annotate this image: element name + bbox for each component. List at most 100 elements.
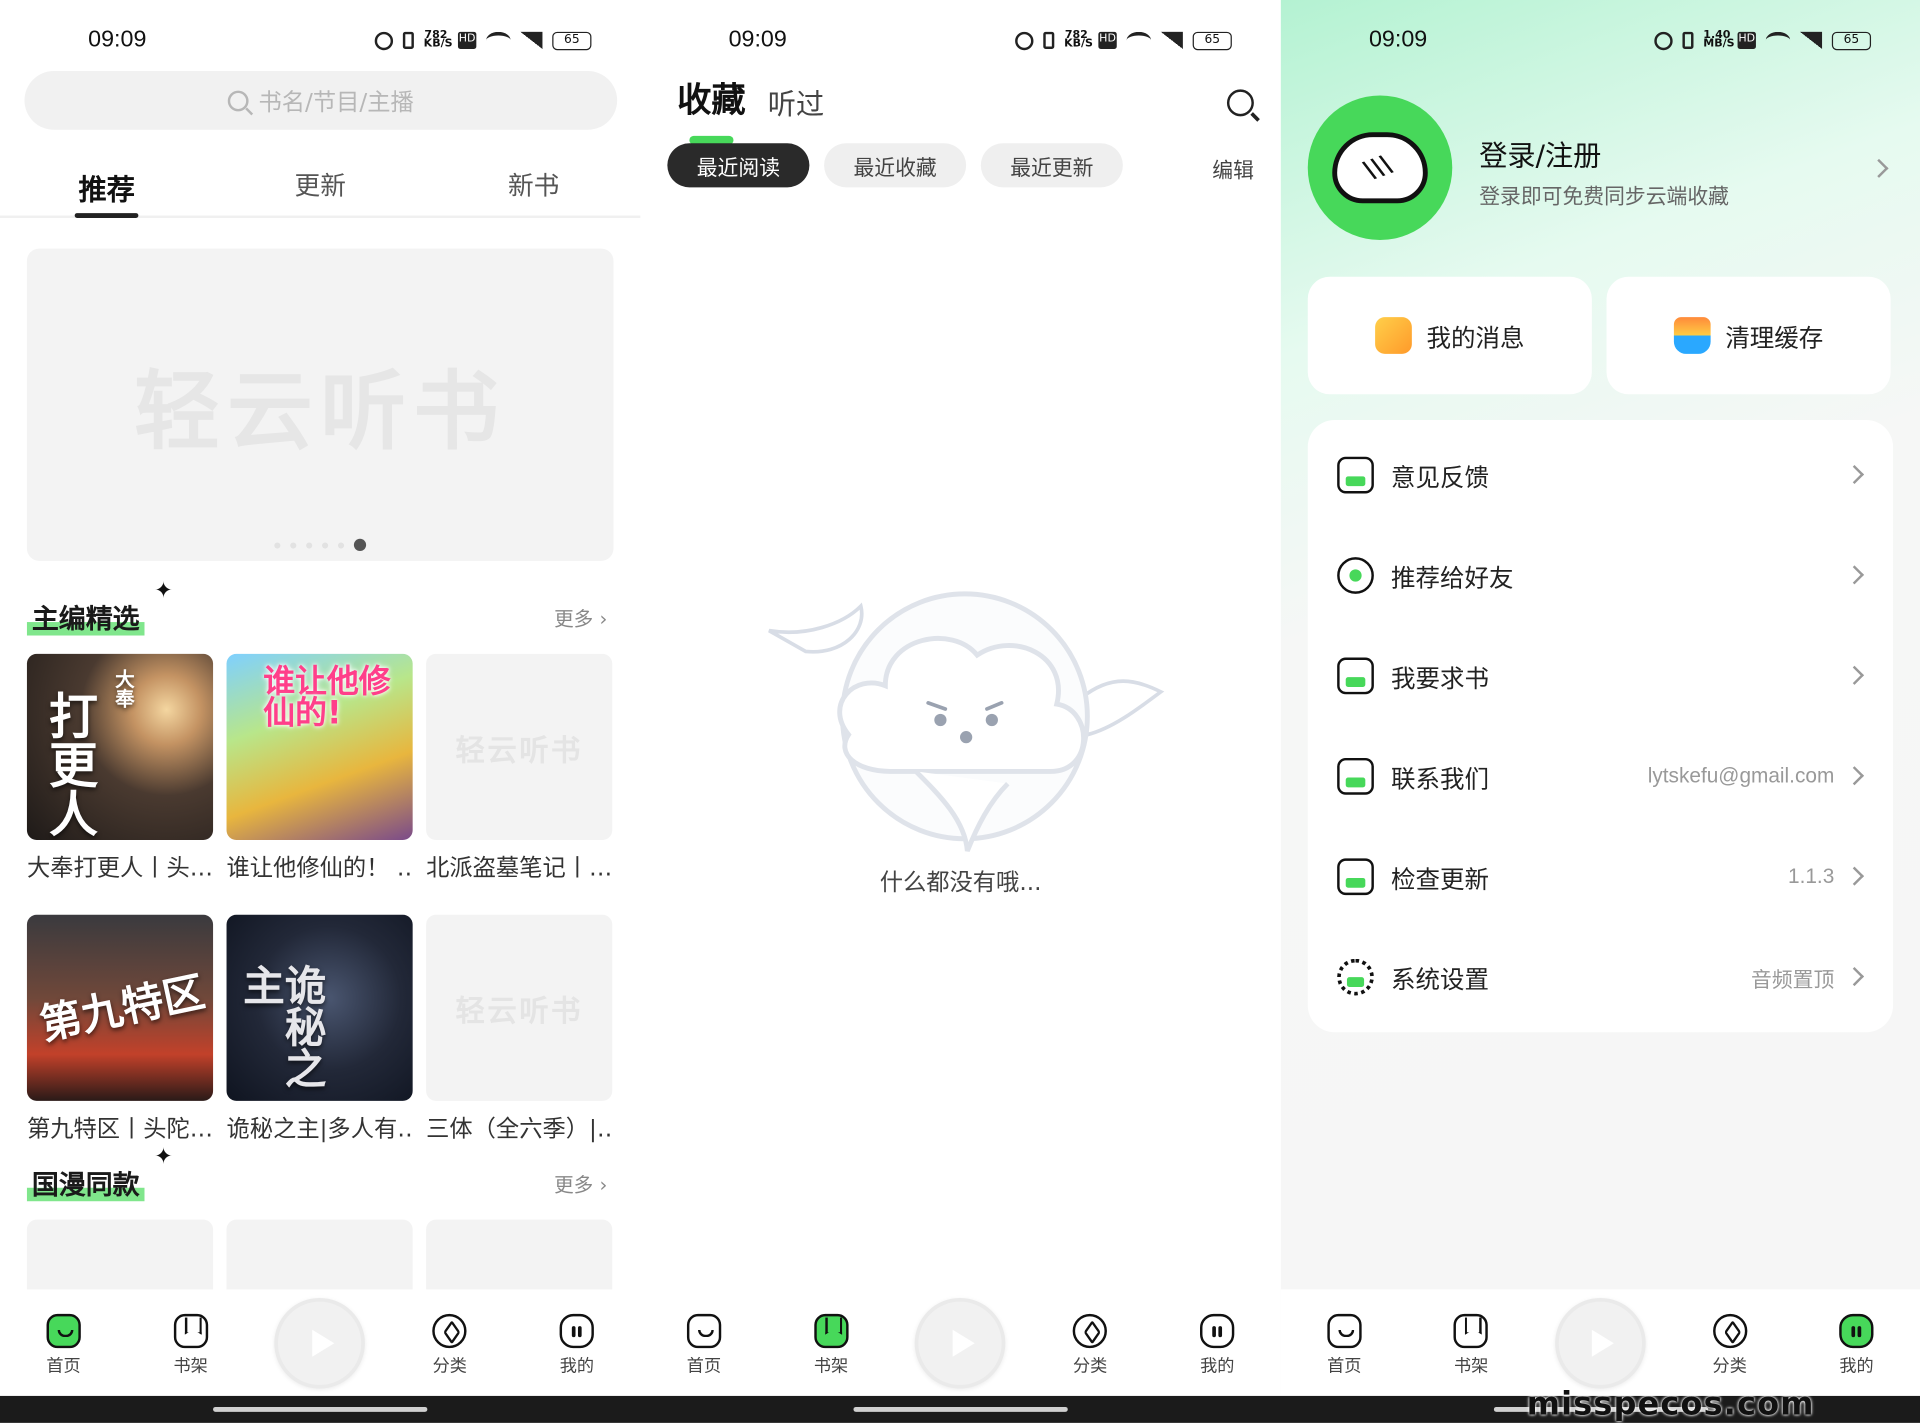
home-indicator[interactable]	[213, 1406, 428, 1412]
share-icon	[1337, 557, 1374, 594]
tab-mine[interactable]: 我的	[1814, 1289, 1900, 1377]
tab-label: 我的	[1200, 1356, 1235, 1377]
search-icon[interactable]	[1226, 89, 1254, 117]
banner-carousel[interactable]: 轻云听书	[26, 248, 614, 561]
tab-favorites[interactable]: 收藏	[677, 73, 746, 145]
book-card[interactable]: 诡秘之主 诡秘之主|多人有…	[226, 914, 413, 1144]
tab-label: 分类	[1073, 1356, 1108, 1377]
tab-mine[interactable]: 我的	[534, 1289, 620, 1377]
tab-label: 书架	[173, 1356, 208, 1377]
chevron-right-icon	[1844, 866, 1865, 886]
home-tabs: 推荐 更新 新书	[0, 154, 641, 218]
book-card[interactable]: 谁让他修仙的! 谁让他修仙的！ …	[226, 653, 413, 883]
tab-home[interactable]: 首页	[21, 1289, 107, 1377]
play-button[interactable]	[915, 1297, 1006, 1389]
menu-label: 我要求书	[1391, 663, 1489, 693]
tab-label: 首页	[1327, 1356, 1362, 1377]
play-icon	[952, 1329, 975, 1357]
bookmark-icon	[173, 1313, 208, 1349]
tab-category[interactable]: 分类	[407, 1289, 493, 1377]
chevron-right-icon	[1844, 665, 1865, 685]
menu-item-contact[interactable]: 联系我们 lytskefu@gmail.com	[1308, 726, 1893, 826]
carousel-dot	[305, 541, 312, 548]
book-card[interactable]: 轻云听书 三体（全六季）|…	[426, 914, 613, 1144]
compass-icon	[1073, 1313, 1108, 1349]
book-title: 谁让他修仙的！ …	[226, 854, 413, 882]
megaphone-icon	[1337, 757, 1374, 795]
alarm-icon	[1015, 31, 1034, 50]
chip-recent-update[interactable]: 最近更新	[980, 143, 1123, 188]
login-title: 登录/注册	[1479, 140, 1602, 173]
menu-label: 检查更新	[1391, 863, 1489, 894]
tab-shelf[interactable]: 书架	[148, 1289, 234, 1377]
tab-recommend[interactable]: 推荐	[0, 154, 213, 218]
play-button[interactable]	[274, 1297, 366, 1389]
more-link[interactable]: 更多 ›	[554, 602, 607, 631]
hd-icon: HD	[1737, 31, 1756, 49]
search-placeholder: 书名/节目/主播	[258, 88, 414, 116]
book-cover-placeholder: 轻云听书	[426, 653, 613, 841]
tab-home[interactable]: 首页	[1301, 1289, 1387, 1377]
play-button[interactable]	[1555, 1297, 1646, 1389]
alarm-icon	[1654, 31, 1673, 50]
home-icon	[46, 1313, 81, 1349]
cover-subtitle: 大奉	[111, 668, 135, 708]
book-card[interactable]: 打更人 大奉 大奉打更人丨头…	[26, 653, 214, 883]
book-title: 大奉打更人丨头…	[26, 854, 214, 882]
chip-recent-read[interactable]: 最近阅读	[667, 143, 810, 188]
battery-icon: 65	[1192, 31, 1232, 50]
tab-label: 分类	[1712, 1356, 1747, 1377]
menu-item-share[interactable]: 推荐给好友	[1308, 525, 1893, 625]
net-speed: 1.40 MB/S	[1703, 29, 1735, 51]
book-card[interactable]: 第九特区 第九特区丨头陀…	[26, 914, 214, 1144]
quick-label: 我的消息	[1426, 322, 1525, 353]
hd-icon: HD	[457, 31, 477, 49]
tab-category[interactable]: 分类	[1687, 1289, 1773, 1377]
tab-category[interactable]: 分类	[1047, 1289, 1133, 1377]
carousel-dot-active	[353, 538, 366, 552]
search-input[interactable]: 书名/节目/主播	[24, 71, 618, 130]
gear-icon	[1337, 958, 1374, 996]
tab-label: 书架	[813, 1356, 849, 1377]
book-cover: 第九特区	[26, 914, 214, 1101]
tab-label: 我的	[559, 1356, 594, 1377]
search-icon	[227, 90, 249, 111]
menu-item-request-book[interactable]: 我要求书	[1308, 626, 1893, 726]
tab-updates[interactable]: 更新	[213, 154, 426, 215]
chip-recent-favorite[interactable]: 最近收藏	[824, 143, 967, 188]
cover-title: 第九特区	[35, 967, 209, 1051]
book-title: 第九特区丨头陀…	[26, 1115, 214, 1143]
menu-item-feedback[interactable]: 意见反馈	[1308, 425, 1893, 525]
status-bar: 09:09 1.40 MB/S HD 65	[1281, 22, 1920, 59]
menu-item-check-update[interactable]: 检查更新 1.1.3	[1308, 827, 1893, 927]
section-title: 国漫同款	[26, 1163, 145, 1202]
tab-listened[interactable]: 听过	[768, 81, 824, 123]
book-card[interactable]: 轻云听书 北派盗墓笔记丨…	[426, 653, 613, 883]
menu-item-settings[interactable]: 系统设置 音频置顶	[1308, 927, 1893, 1027]
tab-home[interactable]: 首页	[661, 1289, 747, 1377]
more-link[interactable]: 更多 ›	[554, 1168, 607, 1197]
book-title: 诡秘之主|多人有…	[226, 1115, 413, 1143]
tab-new-books[interactable]: 新书	[427, 154, 640, 215]
tab-shelf[interactable]: 书架	[788, 1289, 874, 1377]
cloud-logo-icon	[1332, 132, 1428, 204]
home-screen: 09:09 782 KB/S HD 65 书名/节目/主播 推荐 更新 新书 轻…	[0, 0, 641, 1396]
signal-icon	[520, 31, 543, 49]
edit-button[interactable]: 编辑	[1212, 153, 1254, 183]
empty-state-illustration	[768, 591, 1165, 852]
my-messages-button[interactable]: 我的消息	[1307, 276, 1592, 395]
home-indicator[interactable]	[853, 1406, 1068, 1412]
tab-mine[interactable]: 我的	[1174, 1289, 1260, 1377]
tab-label: 首页	[46, 1356, 81, 1377]
cover-title: 打更人	[40, 690, 97, 838]
settings-menu: 意见反馈 推荐给好友 我要求书 联系我们 lytskefu@gmail.com	[1307, 420, 1894, 1033]
menu-label: 联系我们	[1391, 763, 1489, 793]
login-entry[interactable]: 登录/注册 登录即可免费同步云端收藏	[1307, 95, 1896, 243]
cover-watermark: 轻云听书	[455, 732, 583, 768]
clear-cache-button[interactable]: 清理缓存	[1606, 276, 1891, 395]
sparkle-icon: ✦	[154, 577, 173, 604]
chevron-right-icon	[1844, 967, 1865, 987]
vibrate-icon	[1043, 31, 1055, 49]
tab-label: 书架	[1453, 1356, 1489, 1377]
tab-shelf[interactable]: 书架	[1428, 1289, 1514, 1377]
